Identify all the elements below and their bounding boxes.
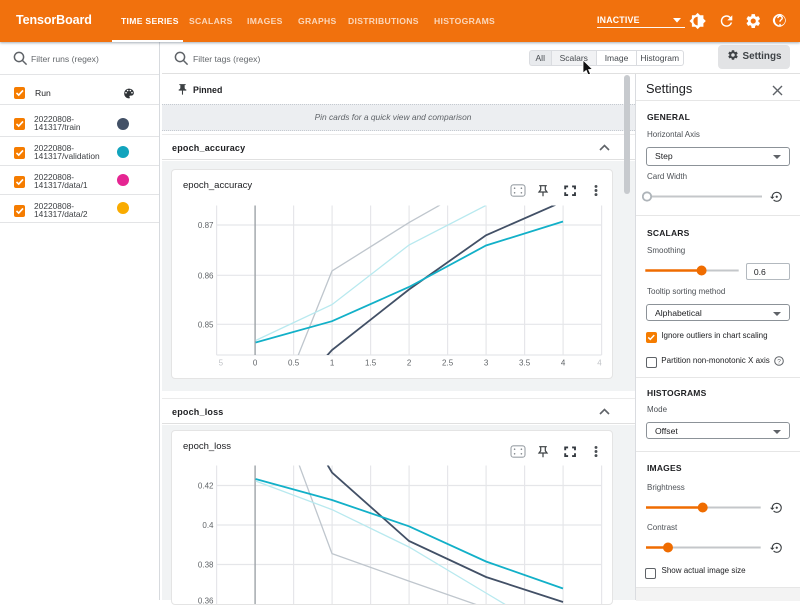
svg-text:0: 0	[253, 359, 258, 368]
svg-text:2: 2	[407, 359, 412, 368]
svg-text:2.5: 2.5	[442, 359, 454, 368]
svg-text:0.5: 0.5	[288, 359, 300, 368]
svg-text:3: 3	[484, 359, 489, 368]
svg-text:1.5: 1.5	[365, 359, 377, 368]
svg-text:3.5: 3.5	[519, 359, 531, 368]
svg-text:4: 4	[597, 359, 602, 368]
svg-text:1: 1	[330, 359, 335, 368]
svg-text:0.85: 0.85	[198, 320, 214, 329]
svg-text:?: ?	[777, 358, 781, 365]
svg-text:0.86: 0.86	[198, 271, 214, 280]
svg-text:5: 5	[219, 359, 224, 368]
svg-text:0.36: 0.36	[198, 597, 214, 605]
svg-text:4: 4	[561, 359, 566, 368]
svg-text:0.38: 0.38	[198, 561, 214, 570]
svg-text:0.42: 0.42	[198, 482, 214, 491]
svg-text:0.4: 0.4	[202, 521, 214, 530]
svg-text:0.87: 0.87	[198, 221, 214, 230]
